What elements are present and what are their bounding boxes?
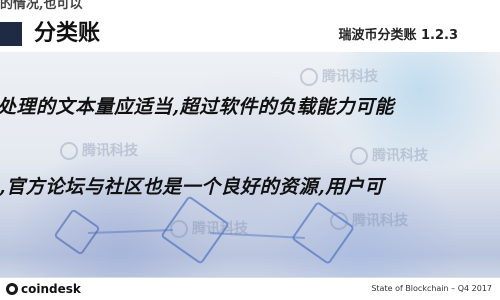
watermark: 腾讯科技: [60, 140, 138, 160]
title-accent-tab: [0, 22, 22, 46]
header-bar: 的情况,也可以 分类账 瑞波币分类账 1.2.3: [0, 0, 500, 52]
overlay-text-line: 处理的文本量应适当,超过软件的负载能力可能: [0, 96, 395, 118]
watermark: 腾讯科技: [300, 66, 378, 86]
watermark-logo-icon: [330, 212, 348, 230]
watermark-logo-icon: [350, 147, 368, 165]
category-title: 分类账: [34, 21, 101, 46]
watermark: 腾讯科技: [170, 218, 248, 238]
watermark: 腾讯科技: [330, 210, 408, 230]
header-text-fragment: 的情况,也可以: [0, 0, 83, 12]
footer-caption: State of Blockchain – Q4 2017: [371, 284, 492, 293]
coindesk-logo: coindesk: [6, 282, 81, 296]
coindesk-logo-icon: [6, 283, 18, 295]
watermark: 腾讯科技: [350, 145, 428, 165]
overlay-text-line: ,官方论坛与社区也是一个良好的资源,用户可: [0, 176, 384, 198]
watermark-logo-icon: [60, 142, 78, 160]
page-title: 瑞波币分类账 1.2.3: [338, 28, 458, 43]
watermark-logo-icon: [300, 68, 318, 86]
footer-bar: coindesk State of Blockchain – Q4 2017: [0, 277, 500, 300]
watermark-logo-icon: [170, 220, 188, 238]
